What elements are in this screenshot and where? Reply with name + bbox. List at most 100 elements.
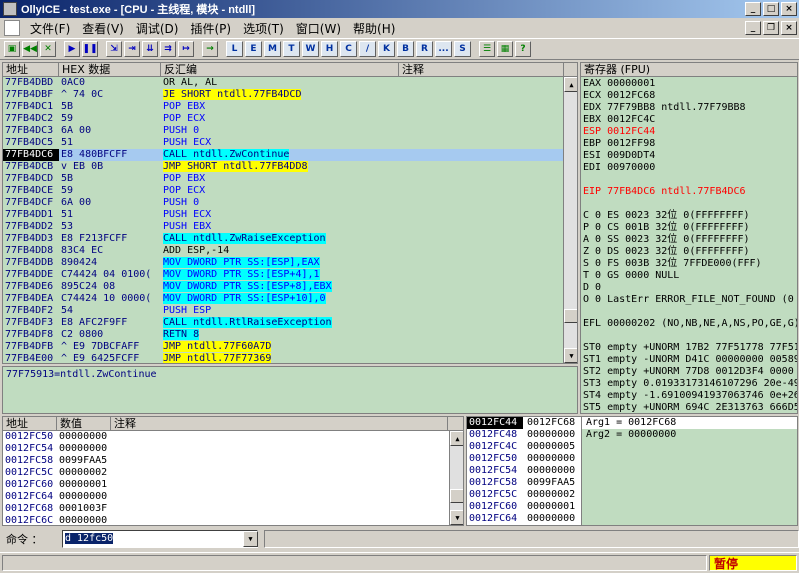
step-into-icon[interactable]: ⇲ (106, 41, 122, 57)
goto-icon[interactable]: → (202, 41, 218, 57)
execute-till-return-icon[interactable]: ↦ (178, 41, 194, 57)
register-line[interactable]: ST1 empty -UNORM D41C 00000000 00589 (581, 354, 797, 366)
disasm-row[interactable]: 77FB4DD8 83C4 EC ADD ESP,-14 (3, 245, 577, 257)
register-line[interactable]: EAX 00000001 (581, 78, 797, 90)
register-line[interactable]: EFL 00000202 (NO,NB,NE,A,NS,PO,GE,G) (581, 318, 797, 330)
register-line[interactable]: ESP 0012FC44 (581, 126, 797, 138)
toolbar-letter-w[interactable]: W (302, 41, 319, 57)
col-address[interactable]: 地址 (3, 63, 59, 76)
dump-col-comment[interactable]: 注释 (111, 417, 448, 430)
dump-col-address[interactable]: 地址 (3, 417, 57, 430)
toolbar-letter-c[interactable]: C (340, 41, 357, 57)
disasm-row[interactable]: 77FB4DF3 E8 AFC2F9FF CALL ntdll.RtlRaiseE… (3, 317, 577, 329)
chevron-down-icon[interactable]: ▼ (243, 531, 258, 547)
grid-icon[interactable]: ▦ (497, 41, 513, 57)
disasm-row[interactable]: 77FB4DDE C74424 04 0100(MOV DWORD PTR SS… (3, 269, 577, 281)
scroll-up-arrow[interactable]: ▲ (564, 77, 577, 92)
dump-row[interactable]: 0012FC54 00000000 (3, 443, 463, 455)
disasm-row[interactable]: 77FB4DF2 54 PUSH ESP (3, 305, 577, 317)
pause-icon[interactable]: ❚❚ (82, 41, 98, 57)
toolbar-letter-s[interactable]: S (454, 41, 471, 57)
dump-row[interactable]: 0012FC5C 00000002 (3, 467, 463, 479)
disasm-row[interactable]: 77FB4DFB ^ E9 7DBCFAFF JMP ntdll.77F60A7D (3, 341, 577, 353)
mdi-close-button[interactable]: × (781, 21, 797, 35)
disasm-row[interactable]: 77FB4DDB 890424 MOV DWORD PTR SS:[ESP],EA… (3, 257, 577, 269)
dump-scroll-thumb[interactable] (450, 489, 463, 503)
dump-col-value[interactable]: 数值 (57, 417, 111, 430)
register-line[interactable]: ST0 empty +UNORM 17B2 77F51778 77F51 (581, 342, 797, 354)
disasm-row[interactable]: 77FB4DBF ^ 74 0C JE SHORT ntdll.77FB4DCD (3, 89, 577, 101)
disasm-row[interactable]: 77FB4DEA C74424 10 0000(MOV DWORD PTR SS… (3, 293, 577, 305)
toolbar-letter-e[interactable]: E (245, 41, 262, 57)
toolbar-letter-h[interactable]: H (321, 41, 338, 57)
disasm-row[interactable]: 77FB4DBD 0AC0 OR AL, AL (3, 77, 577, 89)
scroll-thumb[interactable] (564, 309, 577, 323)
dump-row[interactable]: 0012FC60 00000001 (3, 479, 463, 491)
register-line[interactable]: ST4 empty -1.69100941937063746 0e+26 (581, 390, 797, 402)
dump-row[interactable]: 0012FC50 00000000 (3, 431, 463, 443)
disasm-row[interactable]: 77FB4DE6 895C24 08 MOV DWORD PTR SS:[ESP+… (3, 281, 577, 293)
disassembly-pane[interactable]: 地址 HEX 数据 反汇编 注释 77FB4DBD 0AC0 OR AL, AL 7… (2, 62, 578, 364)
register-line[interactable]: EBP 0012FF98 (581, 138, 797, 150)
col-disasm[interactable]: 反汇编 (161, 63, 399, 76)
stack-pane[interactable]: 0012FC44 0012FC68 0012FC48 00000000 0012FC4C… (466, 416, 798, 526)
register-line[interactable]: T 0 GS 0000 NULL (581, 270, 797, 282)
col-hex[interactable]: HEX 数据 (59, 63, 161, 76)
register-line[interactable]: ECX 0012FC68 (581, 90, 797, 102)
disasm-row[interactable]: 77FB4DCE 59 POP ECX (3, 185, 577, 197)
register-line[interactable]: EDX 77F79BB8 ntdll.77F79BB8 (581, 102, 797, 114)
open-icon[interactable]: ▣ (4, 41, 20, 57)
register-line[interactable]: C 0 ES 0023 32位 0(FFFFFFFF) (581, 210, 797, 222)
menu-debug[interactable]: 调试(D) (130, 20, 185, 37)
disasm-row[interactable]: 77FB4E00 ^ E9 6425FCFF JMP ntdll.77F77369 (3, 353, 577, 363)
disasm-row[interactable]: 77FB4DD3 E8 F213FCFF CALL ntdll.ZwRaiseEx… (3, 233, 577, 245)
dump-row[interactable]: 0012FC64 00000000 (3, 491, 463, 503)
menu-options[interactable]: 选项(T) (237, 20, 290, 37)
register-line[interactable]: ST3 empty 0.01933173146107296 20e-493 (581, 378, 797, 390)
dump-pane[interactable]: 地址 数值 注释 0012FC50 00000000 0012FC54 0000000… (2, 416, 464, 526)
stack-row[interactable]: 0012FC50 00000000 (467, 453, 579, 465)
toolbar-letter-t[interactable]: T (283, 41, 300, 57)
register-line[interactable]: Z 0 DS 0023 32位 0(FFFFFFFF) (581, 246, 797, 258)
stack-row[interactable]: 0012FC44 0012FC68 (467, 417, 579, 429)
dump-row[interactable]: 0012FC68 0001003F (3, 503, 463, 515)
stack-row[interactable]: 0012FC4C 00000005 (467, 441, 579, 453)
maximize-button[interactable]: □ (763, 2, 779, 16)
toolbar-letter-l[interactable]: L (226, 41, 243, 57)
stack-row[interactable]: 0012FC5C 00000002 (467, 489, 579, 501)
stack-row[interactable]: 0012FC58 0099FAA5 (467, 477, 579, 489)
child-window-icon[interactable] (4, 20, 20, 36)
command-input[interactable]: d 12fc50 (62, 530, 258, 548)
close-button[interactable]: × (781, 2, 797, 16)
disasm-row[interactable]: 77FB4DCD 5B POP EBX (3, 173, 577, 185)
trace-over-icon[interactable]: ⇉ (160, 41, 176, 57)
disasm-row[interactable]: 77FB4DC6 E8 480BFCFF CALL ntdll.ZwContinu… (3, 149, 577, 161)
register-line[interactable]: S 0 FS 003B 32位 7FFDE000(FFF) (581, 258, 797, 270)
toolbar-letter-dots[interactable]: ... (435, 41, 452, 57)
disassembly-scrollbar[interactable]: ▲ ▼ (563, 77, 577, 363)
mdi-minimize-button[interactable]: _ (745, 21, 761, 35)
stack-row[interactable]: 0012FC64 00000000 (467, 513, 579, 525)
col-comment[interactable]: 注释 (399, 63, 564, 76)
dump-row[interactable]: 0012FC6C 00000000 (3, 515, 463, 525)
help-icon[interactable]: ? (515, 41, 531, 57)
toolbar-letter-k[interactable]: K (378, 41, 395, 57)
toolbar-letter-r[interactable]: R (416, 41, 433, 57)
register-line[interactable]: ST5 empty +UNORM 694C 2E313763 666D5 (581, 402, 797, 413)
dump-scroll-down-arrow[interactable]: ▼ (450, 510, 463, 525)
toolbar-letter-b[interactable]: B (397, 41, 414, 57)
disasm-row[interactable]: 77FB4DCF 6A 00 PUSH 0 (3, 197, 577, 209)
disasm-row[interactable]: 77FB4DC2 59 POP ECX (3, 113, 577, 125)
toolbar-letter-m[interactable]: M (264, 41, 281, 57)
menu-help[interactable]: 帮助(H) (347, 20, 401, 37)
mdi-restore-button[interactable]: ❐ (763, 21, 779, 35)
restart-icon[interactable]: ◀◀ (22, 41, 38, 57)
register-line[interactable]: ESI 009D0DT4 (581, 150, 797, 162)
stack-row[interactable]: 0012FC60 00000001 (467, 501, 579, 513)
list-icon[interactable]: ☰ (479, 41, 495, 57)
stack-row[interactable]: 0012FC48 00000000 (467, 429, 579, 441)
trace-into-icon[interactable]: ⇊ (142, 41, 158, 57)
toolbar-letter-slash[interactable]: / (359, 41, 376, 57)
dump-scroll-up-arrow[interactable]: ▲ (450, 431, 463, 446)
register-line[interactable]: D 0 (581, 282, 797, 294)
